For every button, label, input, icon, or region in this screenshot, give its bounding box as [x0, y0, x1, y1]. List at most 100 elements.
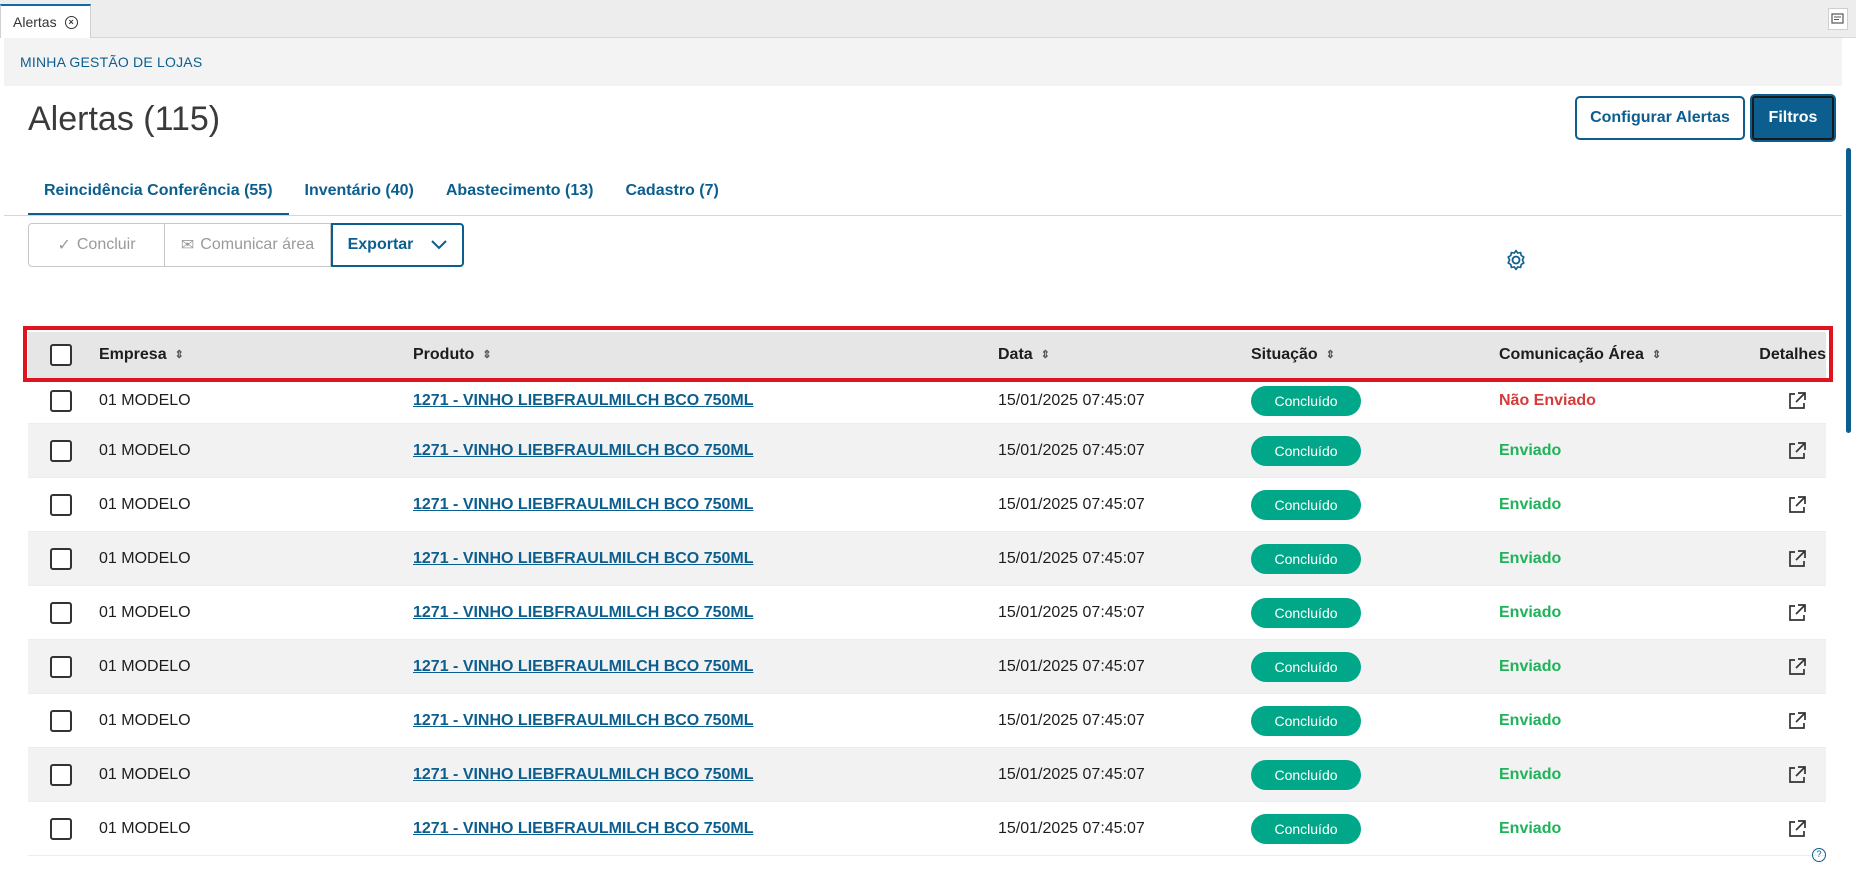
table-row: 01 MODELO 1271 - VINHO LIEBFRAULMILCH BCO…	[28, 478, 1826, 532]
sort-icon[interactable]: ⇕	[482, 348, 491, 361]
product-link[interactable]: 1271 - VINHO LIEBFRAULMILCH BCO 750ML	[413, 392, 753, 409]
col-detalhes: Detalhes	[1759, 346, 1826, 363]
tab-alertas[interactable]: Alertas ×	[0, 4, 91, 38]
product-link[interactable]: 1271 - VINHO LIEBFRAULMILCH BCO 750ML	[413, 766, 753, 783]
table-body: 01 MODELO 1271 - VINHO LIEBFRAULMILCH BCO…	[28, 378, 1826, 856]
alert-tabs: Reincidência Conferência (55) Inventário…	[28, 176, 735, 216]
product-link[interactable]: 1271 - VINHO LIEBFRAULMILCH BCO 750ML	[413, 712, 753, 729]
vertical-scrollbar[interactable]	[1846, 148, 1851, 433]
filters-button[interactable]: Filtros	[1750, 94, 1836, 142]
cell-empresa: 01 MODELO	[99, 495, 191, 513]
cell-comunicacao: Enviado	[1499, 441, 1562, 459]
external-link-icon[interactable]	[1786, 494, 1808, 516]
external-link-icon[interactable]	[1786, 548, 1808, 570]
select-all-checkbox[interactable]	[49, 344, 72, 366]
cell-data: 15/01/2025 07:45:07	[998, 441, 1145, 459]
sort-icon[interactable]: ⇕	[175, 348, 184, 361]
row-checkbox[interactable]	[49, 389, 72, 412]
comunicar-area-button[interactable]: ✉ Comunicar área	[165, 223, 331, 267]
table-row: 01 MODELO 1271 - VINHO LIEBFRAULMILCH BCO…	[28, 640, 1826, 694]
cell-data: 15/01/2025 07:45:07	[998, 765, 1145, 783]
product-link[interactable]: 1271 - VINHO LIEBFRAULMILCH BCO 750ML	[413, 496, 753, 513]
cell-empresa: 01 MODELO	[99, 603, 191, 621]
col-empresa-label: Empresa	[99, 346, 167, 363]
breadcrumb-bar: MINHA GESTÃO DE LOJAS	[4, 38, 1842, 86]
cell-empresa: 01 MODELO	[99, 549, 191, 567]
row-checkbox[interactable]	[49, 817, 72, 840]
col-data-label: Data	[998, 346, 1033, 363]
tab-reincidencia[interactable]: Reincidência Conferência (55)	[28, 176, 289, 216]
col-produto[interactable]: Produto ⇕	[413, 346, 998, 364]
table-row: 01 MODELO 1271 - VINHO LIEBFRAULMILCH BCO…	[28, 532, 1826, 586]
window-menu-icon[interactable]	[1828, 8, 1848, 30]
status-badge: Concluído	[1251, 489, 1361, 520]
cell-comunicacao: Enviado	[1499, 765, 1562, 783]
status-badge: Concluído	[1251, 597, 1361, 628]
external-link-icon[interactable]	[1786, 764, 1808, 786]
gear-icon[interactable]	[1504, 248, 1528, 272]
status-badge: Concluído	[1251, 651, 1361, 682]
product-link[interactable]: 1271 - VINHO LIEBFRAULMILCH BCO 750ML	[413, 442, 753, 459]
help-icon[interactable]: ?	[1812, 848, 1826, 862]
row-checkbox[interactable]	[49, 763, 72, 786]
row-checkbox[interactable]	[49, 493, 72, 516]
external-link-icon[interactable]	[1786, 602, 1808, 624]
window-tabstrip: Alertas ×	[0, 0, 1856, 38]
col-data[interactable]: Data ⇕	[998, 346, 1251, 364]
product-link[interactable]: 1271 - VINHO LIEBFRAULMILCH BCO 750ML	[413, 820, 753, 837]
tab-inventario[interactable]: Inventário (40)	[289, 176, 430, 216]
cell-data: 15/01/2025 07:45:07	[998, 603, 1145, 621]
external-link-icon[interactable]	[1786, 818, 1808, 840]
cell-comunicacao: Enviado	[1499, 495, 1562, 513]
table-row: 01 MODELO 1271 - VINHO LIEBFRAULMILCH BCO…	[28, 586, 1826, 640]
tab-abastecimento[interactable]: Abastecimento (13)	[430, 176, 610, 216]
status-badge: Concluído	[1251, 705, 1361, 736]
status-badge: Concluído	[1251, 759, 1361, 790]
table-row: 01 MODELO 1271 - VINHO LIEBFRAULMILCH BCO…	[28, 694, 1826, 748]
comunicar-label: Comunicar área	[200, 236, 315, 253]
external-link-icon[interactable]	[1786, 656, 1808, 678]
col-empresa[interactable]: Empresa ⇕	[93, 346, 413, 364]
col-situacao-label: Situação	[1251, 346, 1318, 363]
tab-cadastro[interactable]: Cadastro (7)	[609, 176, 734, 216]
main-content: Alertas (115) Configurar Alertas Filtros…	[4, 86, 1842, 890]
row-checkbox[interactable]	[49, 601, 72, 624]
table-row: 01 MODELO 1271 - VINHO LIEBFRAULMILCH BCO…	[28, 748, 1826, 802]
product-link[interactable]: 1271 - VINHO LIEBFRAULMILCH BCO 750ML	[413, 658, 753, 675]
tab-alertas-label: Alertas	[13, 14, 57, 30]
cell-empresa: 01 MODELO	[99, 441, 191, 459]
status-badge: Concluído	[1251, 813, 1361, 844]
cell-comunicacao: Enviado	[1499, 603, 1562, 621]
row-checkbox[interactable]	[49, 709, 72, 732]
sort-icon[interactable]: ⇕	[1326, 348, 1335, 361]
external-link-icon[interactable]	[1786, 440, 1808, 462]
concluir-button[interactable]: ✓ Concluir	[28, 223, 165, 267]
cell-data: 15/01/2025 07:45:07	[998, 711, 1145, 729]
external-link-icon[interactable]	[1786, 390, 1808, 412]
product-link[interactable]: 1271 - VINHO LIEBFRAULMILCH BCO 750ML	[413, 604, 753, 621]
breadcrumb[interactable]: MINHA GESTÃO DE LOJAS	[20, 54, 202, 70]
row-checkbox[interactable]	[49, 655, 72, 678]
row-checkbox[interactable]	[49, 439, 72, 462]
sort-icon[interactable]: ⇕	[1041, 348, 1050, 361]
table-row: 01 MODELO 1271 - VINHO LIEBFRAULMILCH BCO…	[28, 802, 1826, 856]
cell-data: 15/01/2025 07:45:07	[998, 657, 1145, 675]
cell-empresa: 01 MODELO	[99, 819, 191, 837]
action-toolbar: ✓ Concluir ✉ Comunicar área Exportar	[28, 223, 464, 267]
cell-empresa: 01 MODELO	[99, 711, 191, 729]
col-situacao[interactable]: Situação ⇕	[1251, 346, 1499, 364]
tabs-divider	[4, 215, 1842, 216]
sort-icon[interactable]: ⇕	[1652, 348, 1661, 361]
external-link-icon[interactable]	[1786, 710, 1808, 732]
status-badge: Concluído	[1251, 385, 1361, 416]
col-comunicacao[interactable]: Comunicação Área ⇕	[1499, 346, 1754, 364]
cell-data: 15/01/2025 07:45:07	[998, 549, 1145, 567]
close-icon[interactable]: ×	[64, 15, 78, 29]
configure-alerts-button[interactable]: Configurar Alertas	[1575, 96, 1745, 140]
row-checkbox[interactable]	[49, 547, 72, 570]
exportar-button[interactable]: Exportar	[331, 223, 464, 267]
status-badge: Concluído	[1251, 543, 1361, 574]
cell-comunicacao: Enviado	[1499, 711, 1562, 729]
product-link[interactable]: 1271 - VINHO LIEBFRAULMILCH BCO 750ML	[413, 550, 753, 567]
col-comunicacao-label: Comunicação Área	[1499, 346, 1644, 363]
